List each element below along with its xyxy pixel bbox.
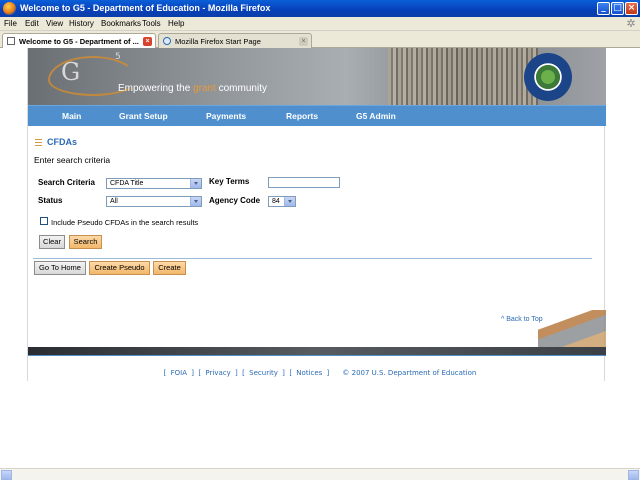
tab-bar: Welcome to G5 - Department of ... × Mozi… (0, 31, 640, 49)
tab-label: Mozilla Firefox Start Page (175, 37, 261, 46)
tab-firefox-start[interactable]: Mozilla Firefox Start Page × (158, 33, 312, 48)
key-terms-label: Key Terms (209, 177, 250, 186)
create-button[interactable]: Create (153, 261, 186, 275)
bracket: [ (163, 369, 167, 377)
menu-help[interactable]: Help (168, 19, 184, 28)
chevron-down-icon (284, 197, 295, 206)
tab-label: Welcome to G5 - Department of ... (19, 37, 139, 46)
firefox-icon (3, 2, 16, 15)
header-banner: G 5 Empowering the grant community (28, 48, 606, 105)
footer-privacy-link[interactable]: Privacy (205, 369, 230, 377)
create-pseudo-button[interactable]: Create Pseudo (89, 261, 150, 275)
bracket: ] [ (191, 369, 202, 377)
scroll-left-icon[interactable] (1, 470, 12, 480)
menu-history[interactable]: History (69, 19, 94, 28)
divider (33, 258, 592, 259)
footer-foia-link[interactable]: FOIA (171, 369, 187, 377)
bracket: ] (326, 369, 339, 377)
scroll-right-icon[interactable] (628, 470, 639, 480)
nav-main[interactable]: Main (62, 111, 81, 121)
select-value: All (110, 198, 118, 205)
go-to-home-button[interactable]: Go To Home (34, 261, 86, 275)
status-select[interactable]: All (106, 196, 202, 207)
window-titlebar: Welcome to G5 - Department of Education … (0, 0, 640, 17)
close-tab-icon[interactable]: × (143, 37, 152, 46)
search-button[interactable]: Search (69, 235, 102, 249)
agency-code-label: Agency Code (209, 196, 261, 205)
page-icon (7, 37, 15, 45)
section-subtitle: Enter search criteria (34, 155, 111, 165)
g5-logo-superscript: 5 (115, 52, 121, 62)
nav-reports[interactable]: Reports (286, 111, 318, 121)
chevron-down-icon (190, 197, 201, 206)
status-label: Status (38, 196, 63, 205)
back-to-top-link[interactable]: ^ Back to Top (501, 316, 543, 323)
browser-viewport: G 5 Empowering the grant community Main … (0, 48, 640, 468)
bracket: ] [ (282, 369, 293, 377)
bracket: ] [ (235, 369, 245, 377)
agency-code-select[interactable]: 84 (268, 196, 296, 207)
library-shelves-image (388, 48, 538, 105)
menubar: File Edit View History Bookmarks Tools H… (0, 17, 640, 31)
tagline: Empowering the grant community (118, 83, 267, 94)
close-tab-icon[interactable]: × (299, 37, 308, 46)
horizontal-scrollbar[interactable] (0, 468, 640, 480)
nav-grant-setup[interactable]: Grant Setup (119, 111, 168, 121)
tagline-text: community (215, 83, 267, 94)
g5-logo: G (61, 58, 82, 86)
clear-button[interactable]: Clear (39, 235, 65, 249)
key-terms-input[interactable] (268, 177, 340, 188)
page-container: G 5 Empowering the grant community Main … (27, 48, 606, 381)
include-pseudo-checkbox[interactable] (40, 217, 48, 225)
nav-g5-admin[interactable]: G5 Admin (356, 111, 396, 121)
search-criteria-label: Search Criteria (38, 178, 95, 187)
minimize-button[interactable]: _ (597, 2, 610, 15)
globe-icon (163, 37, 171, 45)
footer-rule (28, 355, 606, 356)
department-seal-icon (524, 53, 572, 101)
menu-tools[interactable]: Tools (142, 19, 161, 28)
nav-payments[interactable]: Payments (206, 111, 246, 121)
footer-notices-link[interactable]: Notices (296, 369, 322, 377)
main-nav: Main Grant Setup Payments Reports G5 Adm… (28, 105, 606, 126)
menu-file[interactable]: File (4, 19, 17, 28)
close-window-button[interactable]: × (625, 2, 638, 15)
select-value: CFDA Title (110, 180, 144, 187)
maximize-button[interactable]: □ (611, 2, 624, 15)
section-icon (35, 139, 42, 146)
section-title: CFDAs (47, 137, 78, 147)
chevron-down-icon (190, 179, 201, 188)
footer-links: [ FOIA ] [ Privacy ] [ Security ] [ Noti… (0, 369, 640, 377)
menu-bookmarks[interactable]: Bookmarks (101, 19, 141, 28)
menu-view[interactable]: View (46, 19, 63, 28)
tagline-text: Empowering the (118, 83, 194, 94)
footer-band (28, 347, 606, 355)
footer-security-link[interactable]: Security (249, 369, 278, 377)
tagline-accent: grant (193, 83, 216, 94)
footer-copyright: © 2007 U.S. Department of Education (342, 369, 477, 377)
menu-edit[interactable]: Edit (25, 19, 39, 28)
throbber-icon: ✲ (626, 17, 636, 30)
footer-desk-image (538, 310, 606, 350)
search-criteria-select[interactable]: CFDA Title (106, 178, 202, 189)
select-value: 84 (272, 198, 280, 205)
include-pseudo-label: Include Pseudo CFDAs in the search resul… (51, 218, 199, 227)
window-title: Welcome to G5 - Department of Education … (20, 3, 271, 13)
tab-welcome-g5[interactable]: Welcome to G5 - Department of ... × (2, 33, 156, 49)
